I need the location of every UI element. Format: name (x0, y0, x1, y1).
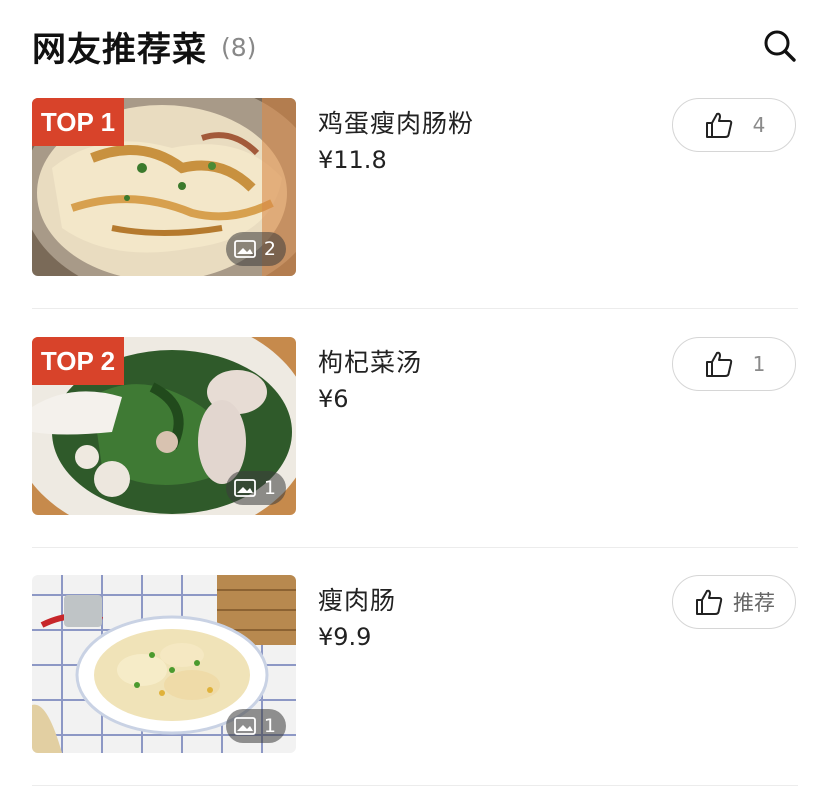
search-icon (764, 30, 796, 62)
like-count: 1 (752, 352, 766, 376)
like-count: 4 (752, 113, 766, 137)
thumbs-up-icon (705, 112, 732, 138)
photo-count-badge: 2 (225, 232, 286, 266)
divider (32, 785, 798, 786)
dish-price: ¥9.9 (318, 623, 372, 651)
section-title: 网友推荐菜 (32, 29, 207, 70)
divider (32, 547, 798, 548)
recommend-button[interactable]: 推荐 (672, 575, 796, 629)
dish-count: (8) (221, 32, 257, 62)
recommend-label: 推荐 (733, 591, 775, 615)
rank-badge: TOP 2 (32, 337, 124, 385)
recommended-dishes-page: 网友推荐菜 (8) TOP 1 2 鸡蛋瘦肉肠粉 ¥11.8 4 TOP 2 1… (0, 0, 828, 789)
like-button[interactable]: 1 (672, 337, 796, 391)
dish-item[interactable]: TOP 1 2 鸡蛋瘦肉肠粉 ¥11.8 4 (32, 98, 798, 276)
divider (32, 308, 798, 309)
photo-count: 1 (263, 715, 276, 737)
thumbs-up-icon (705, 351, 732, 377)
image-icon (234, 240, 256, 258)
photo-count: 2 (263, 238, 276, 260)
section-header: 网友推荐菜 (8) (32, 22, 798, 70)
photo-count-badge: 1 (225, 709, 286, 743)
dish-name: 鸡蛋瘦肉肠粉 (318, 109, 475, 138)
dish-photo[interactable]: 1 (32, 575, 296, 753)
photo-count: 1 (263, 477, 276, 499)
photo-count-badge: 1 (225, 471, 286, 505)
dish-price: ¥11.8 (318, 146, 387, 174)
dish-name: 枸杞菜汤 (318, 348, 423, 377)
rank-badge: TOP 1 (32, 98, 124, 146)
dish-item[interactable]: TOP 2 1 枸杞菜汤 ¥6 1 (32, 337, 798, 515)
image-icon (234, 717, 256, 735)
thumbs-up-icon (696, 589, 723, 615)
dish-item[interactable]: 1 瘦肉肠 ¥9.9 推荐 (32, 575, 798, 753)
image-icon (234, 479, 256, 497)
dish-photo[interactable]: TOP 2 1 (32, 337, 296, 515)
dish-photo[interactable]: TOP 1 2 (32, 98, 296, 276)
dish-price: ¥6 (318, 385, 349, 413)
like-button[interactable]: 4 (672, 98, 796, 152)
dish-name: 瘦肉肠 (318, 586, 397, 615)
search-button[interactable] (762, 28, 798, 64)
